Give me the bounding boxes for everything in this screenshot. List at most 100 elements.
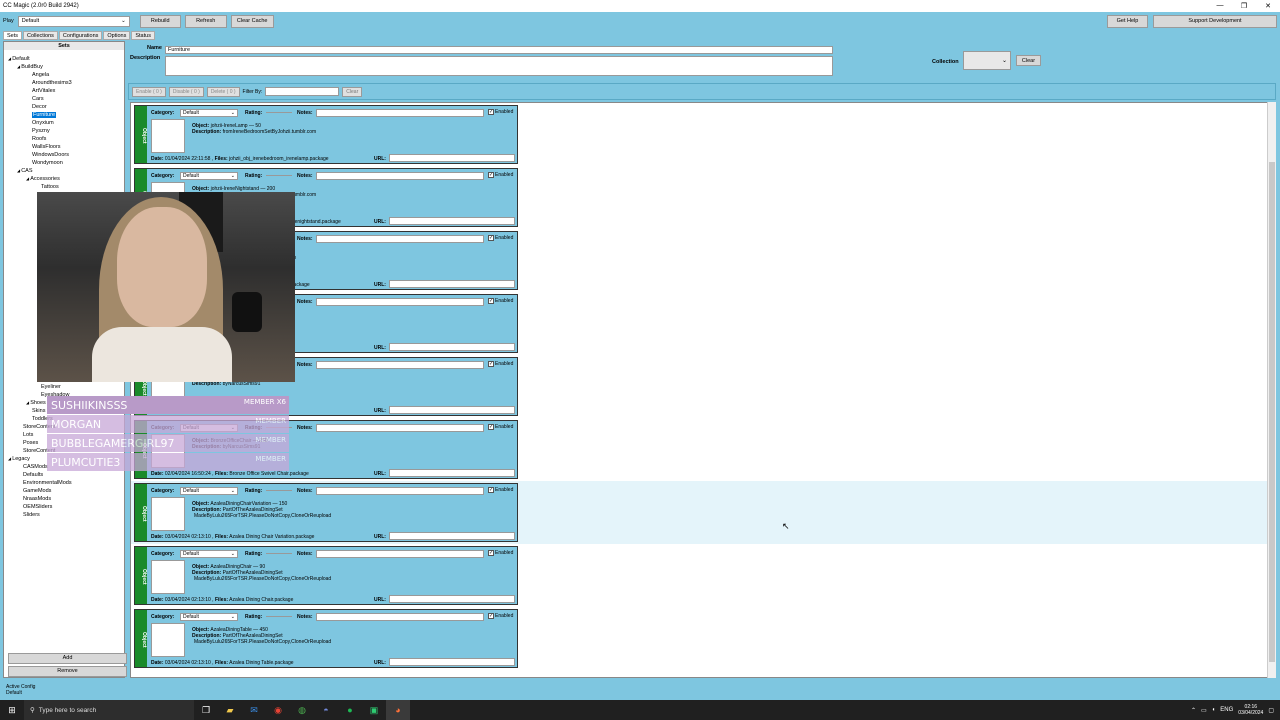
tree-item-decor[interactable]: Decor: [32, 103, 47, 111]
tree-item-gamemods[interactable]: GameMods: [23, 487, 51, 495]
url-input[interactable]: [389, 469, 515, 477]
rating-slider[interactable]: [266, 175, 292, 176]
tree-item-lots[interactable]: Lots: [23, 431, 33, 439]
tree-item-eyeliner[interactable]: Eyeliner: [41, 383, 61, 391]
task-view-icon[interactable]: ❐: [194, 700, 218, 720]
enable-button[interactable]: Enable ( 0 ): [132, 86, 166, 97]
clear-cache-button[interactable]: Clear Cache: [230, 14, 274, 28]
tree-item-poses[interactable]: Poses: [23, 439, 38, 447]
url-input[interactable]: [389, 532, 515, 540]
tree-item-onyxium[interactable]: Onyxium: [32, 119, 54, 127]
tree-item-aroundthesims3[interactable]: Aroundthesims3: [32, 79, 72, 87]
items-list[interactable]: Object Category: Default ⌄ Rating: Notes: ✓ Ena…: [130, 102, 1268, 678]
network-icon[interactable]: ▭: [1201, 707, 1207, 714]
tree-item-angela[interactable]: Angela: [32, 71, 49, 79]
delete-button[interactable]: Delete ( 0 ): [206, 86, 240, 97]
rating-slider[interactable]: [266, 112, 292, 113]
chrome-icon[interactable]: ◉: [266, 700, 290, 720]
url-input[interactable]: [389, 343, 515, 351]
category-select[interactable]: Default ⌄: [180, 487, 238, 495]
tree-item-accessories[interactable]: ◢ Accessories: [26, 175, 60, 183]
url-input[interactable]: [389, 280, 515, 288]
url-input[interactable]: [389, 154, 515, 162]
object-card[interactable]: Object Category: Default ⌄ Rating: Notes: ✓Ena…: [134, 483, 518, 542]
support-development-button[interactable]: Support Development: [1153, 14, 1277, 28]
tab-collections[interactable]: Collections: [23, 31, 58, 40]
get-help-button[interactable]: Get Help: [1107, 14, 1148, 28]
tree-item-tattoos[interactable]: Tattoos: [41, 183, 59, 191]
enabled-checkbox[interactable]: ✓: [488, 487, 494, 493]
tree-item-skins[interactable]: Skins: [32, 407, 45, 415]
rating-slider[interactable]: [266, 490, 292, 491]
rebuild-button[interactable]: Rebuild: [139, 14, 181, 28]
minimize-icon[interactable]: —: [1208, 2, 1232, 10]
enabled-checkbox[interactable]: ✓: [488, 235, 494, 241]
tree-item-pyszny[interactable]: Pyszny: [32, 127, 50, 135]
notifications-icon[interactable]: ▢: [1268, 707, 1274, 714]
tree-item-shoes[interactable]: ◢ Shoes: [26, 399, 46, 407]
notes-input[interactable]: [316, 487, 484, 495]
enabled-checkbox[interactable]: ✓: [488, 550, 494, 556]
tree-item-sliders[interactable]: Sliders: [23, 511, 40, 519]
url-input[interactable]: [389, 217, 515, 225]
scrollbar-thumb[interactable]: [1269, 162, 1275, 662]
enabled-checkbox[interactable]: ✓: [488, 172, 494, 178]
scrollbar[interactable]: [1267, 102, 1276, 678]
tree-item-default[interactable]: ◢ Default: [8, 55, 30, 63]
enabled-checkbox[interactable]: ✓: [488, 424, 494, 430]
spotify-icon[interactable]: ●: [338, 700, 362, 720]
taskbar-search[interactable]: ⚲ Type here to search: [24, 700, 194, 720]
object-card[interactable]: Object Category: Default ⌄ Rating: Notes: ✓Ena…: [134, 105, 518, 164]
terminal-icon[interactable]: ▣: [362, 700, 386, 720]
tree-item-roofs[interactable]: Roofs: [32, 135, 46, 143]
windows-start-icon[interactable]: ⊞: [0, 705, 24, 716]
notes-input[interactable]: [316, 613, 484, 621]
tab-options[interactable]: Options: [103, 31, 131, 40]
tree-item-cas[interactable]: ◢ CAS: [17, 167, 33, 175]
tree-item-wondymoon[interactable]: Wondymoon: [32, 159, 63, 167]
tree-item-cars[interactable]: Cars: [32, 95, 44, 103]
clock[interactable]: 02:16 03/04/2024: [1238, 704, 1263, 716]
notes-input[interactable]: [316, 109, 484, 117]
notes-input[interactable]: [316, 172, 484, 180]
notes-input[interactable]: [316, 361, 484, 369]
description-input[interactable]: [165, 56, 833, 76]
tab-sets[interactable]: Sets: [3, 31, 23, 40]
add-button[interactable]: Add: [8, 653, 127, 664]
tab-configurations[interactable]: Configurations: [58, 31, 103, 40]
tree-item-buildbuy[interactable]: ◢ BuildBuy: [17, 63, 43, 71]
filter-input[interactable]: [265, 87, 340, 96]
category-select[interactable]: Default ⌄: [180, 109, 238, 117]
refresh-button[interactable]: Refresh: [184, 14, 227, 28]
rating-slider[interactable]: [266, 553, 292, 554]
tree-item-oemsliders[interactable]: OEMSliders: [23, 503, 52, 511]
remove-button[interactable]: Remove: [8, 666, 127, 677]
notes-input[interactable]: [316, 298, 484, 306]
play-label[interactable]: Play: [3, 18, 14, 24]
enabled-checkbox[interactable]: ✓: [488, 109, 494, 115]
url-input[interactable]: [389, 595, 515, 603]
maximize-icon[interactable]: ❐: [1232, 2, 1256, 10]
firefox-icon[interactable]: ◕: [386, 700, 410, 720]
tree-item-wallsfloors[interactable]: WallsFloors: [32, 143, 61, 151]
chevron-up-icon[interactable]: ⌃: [1191, 707, 1196, 714]
app-icon[interactable]: ◍: [290, 700, 314, 720]
filter-clear-button[interactable]: Clear: [342, 86, 363, 97]
tree-item-nraasmods[interactable]: NraasMods: [23, 495, 51, 503]
tree-item-furniture[interactable]: Furniture: [32, 111, 57, 119]
collection-select[interactable]: ⌄: [963, 51, 1011, 70]
category-select[interactable]: Default ⌄: [180, 613, 238, 621]
enabled-checkbox[interactable]: ✓: [488, 361, 494, 367]
object-card[interactable]: Object Category: Default ⌄ Rating: Notes: ✓Ena…: [134, 609, 518, 668]
tab-status[interactable]: Status: [131, 31, 155, 40]
profile-select[interactable]: Default ⌄: [17, 15, 130, 27]
object-card[interactable]: Object Category: Default ⌄ Rating: Notes: ✓Ena…: [134, 546, 518, 605]
file-explorer-icon[interactable]: ▰: [218, 700, 242, 720]
language-indicator[interactable]: ENG: [1220, 707, 1233, 713]
category-select[interactable]: Default ⌄: [180, 172, 238, 180]
tree-item-artvitalex[interactable]: ArtVitalex: [32, 87, 55, 95]
collection-clear-button[interactable]: Clear: [1016, 55, 1041, 66]
rating-slider[interactable]: [266, 616, 292, 617]
tree-item-casmods[interactable]: CASMods: [23, 463, 48, 471]
volume-icon[interactable]: ◖: [1212, 707, 1216, 713]
